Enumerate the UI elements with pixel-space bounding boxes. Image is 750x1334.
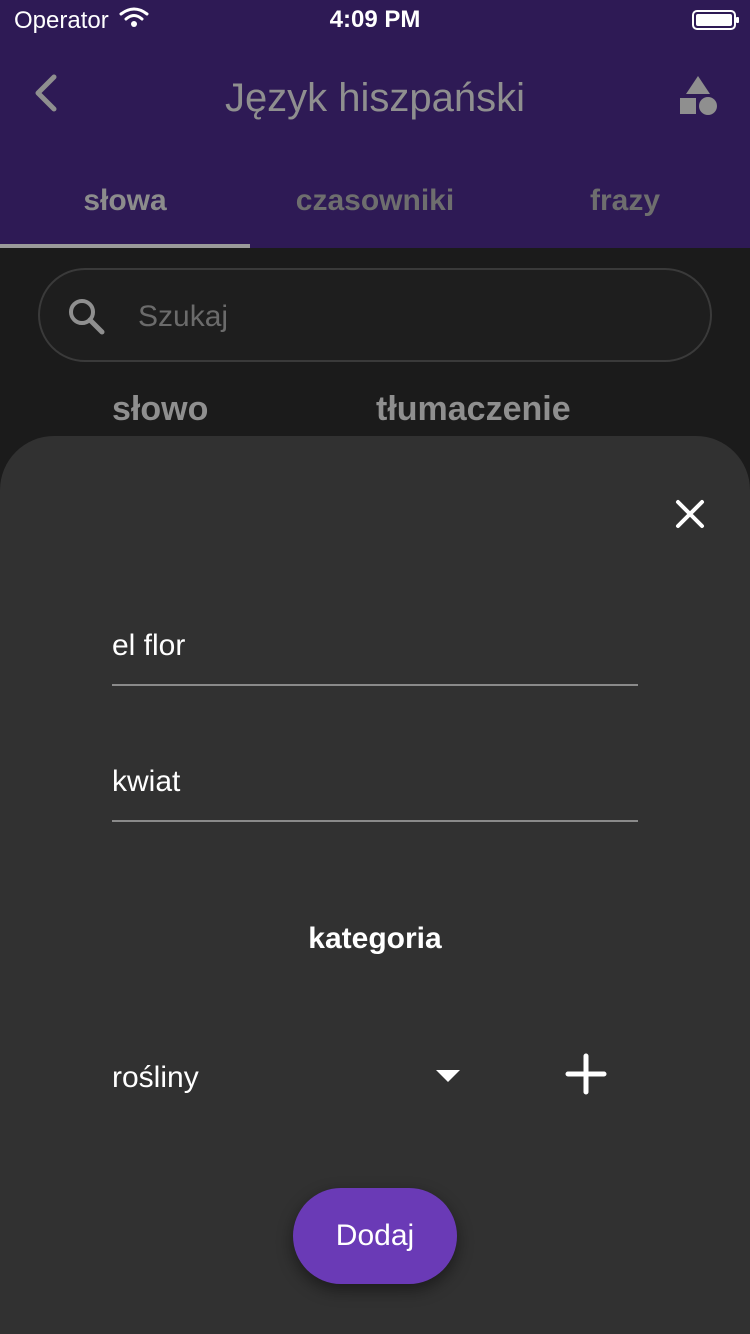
tab-verbs[interactable]: czasowniki	[250, 154, 500, 248]
tab-indicator	[0, 244, 250, 248]
translation-field	[112, 732, 638, 822]
tab-bar: słowa czasowniki frazy	[0, 154, 750, 248]
category-label: kategoria	[308, 922, 442, 955]
search-icon	[64, 294, 108, 338]
add-category-button[interactable]	[556, 1046, 616, 1106]
close-icon	[674, 498, 706, 535]
plus-icon	[564, 1052, 608, 1101]
close-button[interactable]	[660, 486, 720, 546]
shapes-button[interactable]	[668, 68, 728, 128]
category-dropdown[interactable]: rośliny	[112, 1048, 472, 1108]
caret-down-icon	[436, 1070, 460, 1082]
app-bar: Język hiszpański	[0, 40, 750, 154]
status-bar: Operator 4:09 PM	[0, 0, 750, 40]
add-button[interactable]: Dodaj	[293, 1188, 457, 1284]
tab-words[interactable]: słowa	[0, 154, 250, 248]
shapes-icon	[676, 74, 720, 123]
header: Operator 4:09 PM Język hiszpański słowa …	[0, 0, 750, 248]
page-title: Język hiszpański	[224, 76, 526, 120]
word-input[interactable]	[112, 622, 638, 670]
search-input[interactable]	[136, 290, 680, 344]
category-selected-value: rośliny	[112, 1061, 199, 1094]
translation-input[interactable]	[112, 758, 638, 806]
search-bar	[38, 268, 712, 362]
column-header-word: słowo	[112, 390, 209, 428]
battery-icon	[692, 10, 739, 30]
tab-phrases[interactable]: frazy	[500, 154, 750, 248]
app-root: Operator 4:09 PM Język hiszpański słowa …	[0, 0, 750, 1334]
column-header-translation: tłumaczenie	[376, 390, 571, 428]
bottom-sheet: kategoria rośliny Dodaj	[0, 436, 750, 1334]
list-headers: słowo tłumaczenie	[0, 382, 750, 442]
status-time: 4:09 PM	[329, 6, 421, 33]
word-field	[112, 596, 638, 686]
